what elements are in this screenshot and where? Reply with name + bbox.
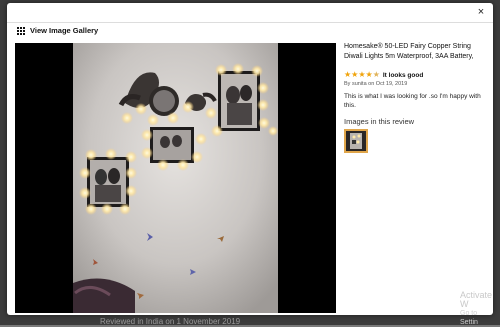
activate-windows-line1: Activate W <box>460 290 493 309</box>
star-icon: ★ <box>358 70 366 79</box>
review-photo <box>15 43 336 313</box>
star-icon: ★ <box>365 70 373 79</box>
image-gallery-modal: × View Image Gallery Homesake® 50-LED Fa… <box>7 3 493 326</box>
star-icon: ★ <box>344 70 352 79</box>
review-photo-image <box>15 43 336 313</box>
review-panel: Homesake® 50-LED Fairy Copper String Diw… <box>344 42 489 153</box>
review-title: It looks good <box>382 71 424 79</box>
view-image-gallery-label: View Image Gallery <box>30 26 99 35</box>
review-byline: By sunita on Oct 19, 2019 <box>344 81 408 87</box>
rating-row: ★ ★ ★ ★ ★ It looks good <box>344 71 489 79</box>
review-body: This is what I was looking for .so I'm h… <box>344 93 481 109</box>
activate-windows-watermark: Activate W Go to Settin <box>460 291 493 327</box>
close-button[interactable]: × <box>475 6 487 18</box>
review-image-thumbnail[interactable] <box>344 129 368 153</box>
product-title[interactable]: Homesake® 50-LED Fairy Copper String Diw… <box>344 42 489 62</box>
star-rating: ★ ★ ★ ★ ★ <box>344 71 380 79</box>
images-in-review-heading: Images in this review <box>344 117 415 126</box>
review-thumbnail-image <box>346 131 366 151</box>
half-star-icon: ★ <box>372 70 380 79</box>
star-icon: ★ <box>351 70 359 79</box>
view-image-gallery-link[interactable]: View Image Gallery <box>17 26 98 35</box>
activate-windows-line2: Go to Settin <box>460 310 478 326</box>
modal-divider <box>7 22 493 23</box>
grid-icon <box>17 26 25 35</box>
